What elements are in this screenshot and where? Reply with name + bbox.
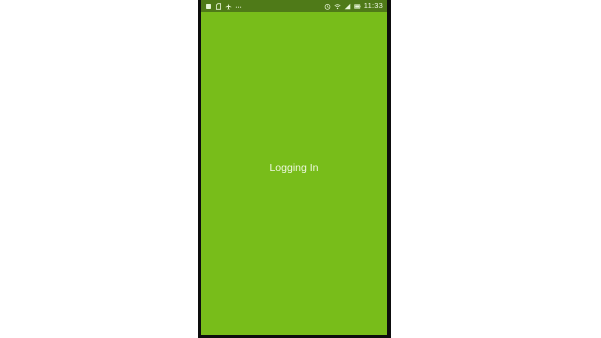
status-bar-left — [205, 2, 242, 10]
phone-frame: 11:33 Logging In — [198, 0, 391, 338]
logging-in-message: Logging In — [269, 161, 319, 174]
wifi-icon — [334, 3, 341, 10]
airplane-icon — [225, 3, 232, 10]
signal-icon — [344, 3, 351, 10]
battery-icon — [354, 3, 361, 10]
viewport: 11:33 Logging In — [0, 0, 601, 338]
sim-icon — [215, 2, 222, 10]
status-time: 11:33 — [363, 1, 383, 10]
login-splash-screen: Logging In — [201, 12, 387, 335]
alarm-icon — [324, 3, 331, 10]
status-bar-right: 11:33 — [324, 0, 383, 12]
notification-icon — [205, 3, 212, 10]
status-bar: 11:33 — [201, 0, 387, 12]
more-dots-icon — [235, 3, 242, 10]
